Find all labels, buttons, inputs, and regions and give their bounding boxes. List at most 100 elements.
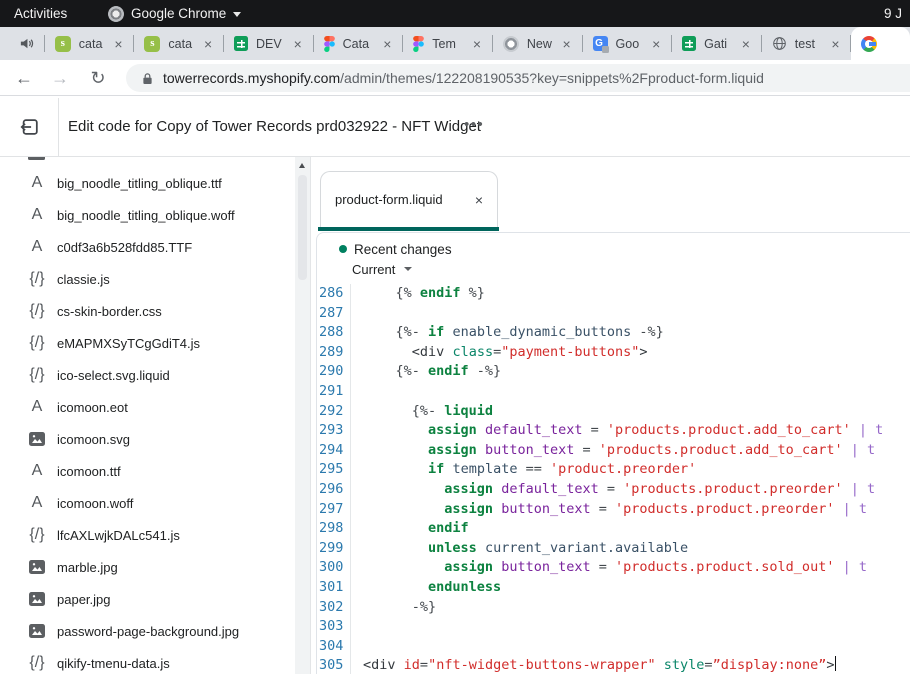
unsaved-changes-dot-icon <box>339 245 347 253</box>
close-icon[interactable]: × <box>469 37 485 51</box>
overflow-menu-icon[interactable]: ••• <box>458 97 490 156</box>
close-icon[interactable]: × <box>648 37 664 51</box>
file-item[interactable]: {/}cs-skin-border.css <box>0 295 292 327</box>
font-file-icon: A <box>26 398 48 416</box>
system-top-bar: Activities Google Chrome 9 J <box>0 0 910 27</box>
code-line: 303 <box>317 617 910 637</box>
chevron-down-icon <box>233 12 241 17</box>
line-number: 302 <box>319 598 343 618</box>
close-icon[interactable]: × <box>379 37 395 51</box>
code-line-content: {%- liquid <box>363 402 493 422</box>
exit-icon[interactable] <box>16 113 44 141</box>
close-icon[interactable]: × <box>110 37 126 51</box>
file-item[interactable]: {/}qikify-tmenu-data.js <box>0 647 292 674</box>
file-item[interactable]: Aicomoon.woff <box>0 487 292 519</box>
forward-icon[interactable]: → <box>46 64 74 92</box>
code-line: 294 assign button_text = 'products.produ… <box>317 441 910 461</box>
code-line: 300 assign button_text = 'products.produ… <box>317 558 910 578</box>
back-icon[interactable]: ← <box>10 64 38 92</box>
file-name: cs-skin-border.css <box>57 304 162 319</box>
file-tab-product-form[interactable]: product-form.liquid × <box>320 171 498 227</box>
file-item[interactable]: {/}classie.js <box>0 263 292 295</box>
line-number: 294 <box>319 441 343 461</box>
close-icon[interactable]: × <box>738 37 754 51</box>
file-item[interactable]: password-page-background.jpg <box>0 615 292 647</box>
file-name: qikify-tmenu-data.js <box>57 656 170 671</box>
file-item[interactable]: Abig_noodle_titling_oblique.woff <box>0 199 292 231</box>
scrollbar-thumb[interactable] <box>298 175 307 280</box>
tab-audio-speaker-icon[interactable] <box>8 27 45 60</box>
chrome-gray-icon <box>503 36 519 52</box>
code-line: 290 {%- endif -%} <box>317 362 910 382</box>
code-editor[interactable]: 286 {% endif %}287288 {%- if enable_dyna… <box>317 284 910 674</box>
file-item[interactable]: Ac0df3a6b528fdd85.TTF <box>0 231 292 263</box>
screen: Activities Google Chrome 9 J cata×cata×D… <box>0 0 910 674</box>
code-line: 287 <box>317 304 910 324</box>
file-name: eMAPMXSyTCgGdiT4.js <box>57 336 200 351</box>
lock-icon[interactable] <box>142 72 153 85</box>
dropdown-caret-icon <box>404 267 412 271</box>
browser-tab[interactable]: Cata× <box>314 27 404 60</box>
file-name: classie.js <box>57 272 110 287</box>
browser-tab[interactable]: New× <box>493 27 583 60</box>
font-file-icon: A <box>26 494 48 512</box>
file-item[interactable]: {/}ico-select.svg.liquid <box>0 359 292 391</box>
line-number: 291 <box>319 382 343 402</box>
code-line: 302 -%} <box>317 598 910 618</box>
code-line: 297 assign button_text = 'products.produ… <box>317 500 910 520</box>
browser-tab[interactable]: test× <box>762 27 852 60</box>
code-line-content: <div class="payment-buttons"> <box>363 343 648 363</box>
browser-tab[interactable]: Gati× <box>672 27 762 60</box>
reload-icon[interactable]: ↻ <box>84 64 112 92</box>
tab-title: New <box>527 37 559 51</box>
editor-header: Edit code for Copy of Tower Records prd0… <box>0 97 910 157</box>
file-name: big_noodle_titling_oblique.woff <box>57 208 235 223</box>
file-item[interactable]: Abig_noodle_titling_oblique.ttf <box>0 167 292 199</box>
code-line: 289 <div class="payment-buttons"> <box>317 343 910 363</box>
sheets-icon <box>234 36 248 51</box>
line-number: 288 <box>319 323 343 343</box>
file-item[interactable]: {/}lfcAXLwjkDALc541.js <box>0 519 292 551</box>
close-icon[interactable]: × <box>827 37 843 51</box>
activities-button[interactable]: Activities <box>14 0 67 27</box>
browser-tab[interactable]: DEV× <box>224 27 314 60</box>
recent-changes-label: Recent changes <box>354 242 452 257</box>
close-icon[interactable]: × <box>290 37 306 51</box>
code-line-content: <div id="nft-widget-buttons-wrapper" sty… <box>363 656 836 674</box>
browser-tab[interactable]: cata× <box>134 27 224 60</box>
close-icon[interactable]: × <box>200 37 216 51</box>
line-number: 297 <box>319 500 343 520</box>
chrome-app-menu[interactable]: Google Chrome <box>108 0 241 27</box>
tab-title: cata <box>168 37 200 51</box>
file-item[interactable]: {/}eMAPMXSyTCgGdiT4.js <box>0 327 292 359</box>
line-number: 289 <box>319 343 343 363</box>
line-number: 293 <box>319 421 343 441</box>
tab-title: test <box>795 37 828 51</box>
file-item[interactable]: paper.jpg <box>0 583 292 615</box>
browser-tab[interactable] <box>851 27 910 60</box>
code-file-icon: {/} <box>26 526 48 544</box>
editor-area: product-form.liquid × Recent changes Cur… <box>311 157 910 674</box>
clock-button[interactable]: 9 J <box>884 0 910 27</box>
file-name: password-page-background.jpg <box>57 624 239 639</box>
scroll-up-icon[interactable] <box>299 163 305 168</box>
sidebar-scrollbar[interactable] <box>295 157 310 674</box>
tab-title: cata <box>79 37 111 51</box>
browser-tab[interactable]: Tem× <box>403 27 493 60</box>
browser-tab[interactable]: Goo× <box>583 27 673 60</box>
line-number: 300 <box>319 558 343 578</box>
tab-title: Tem <box>432 37 468 51</box>
file-item[interactable]: Aicomoon.eot <box>0 391 292 423</box>
file-item[interactable]: marble.jpg <box>0 551 292 583</box>
close-icon[interactable]: × <box>559 37 575 51</box>
file-item[interactable]: Aicomoon.ttf <box>0 455 292 487</box>
line-number: 303 <box>319 617 343 637</box>
file-item[interactable]: icomoon.svg <box>0 423 292 455</box>
address-bar[interactable]: towerrecords.myshopify.com/admin/themes/… <box>126 64 910 92</box>
line-number: 286 <box>319 284 343 304</box>
close-icon[interactable]: × <box>475 192 483 208</box>
file-name: icomoon.eot <box>57 400 128 415</box>
version-selector[interactable]: Current <box>352 261 412 277</box>
browser-tab[interactable]: cata× <box>45 27 135 60</box>
code-line: 288 {%- if enable_dynamic_buttons -%} <box>317 323 910 343</box>
